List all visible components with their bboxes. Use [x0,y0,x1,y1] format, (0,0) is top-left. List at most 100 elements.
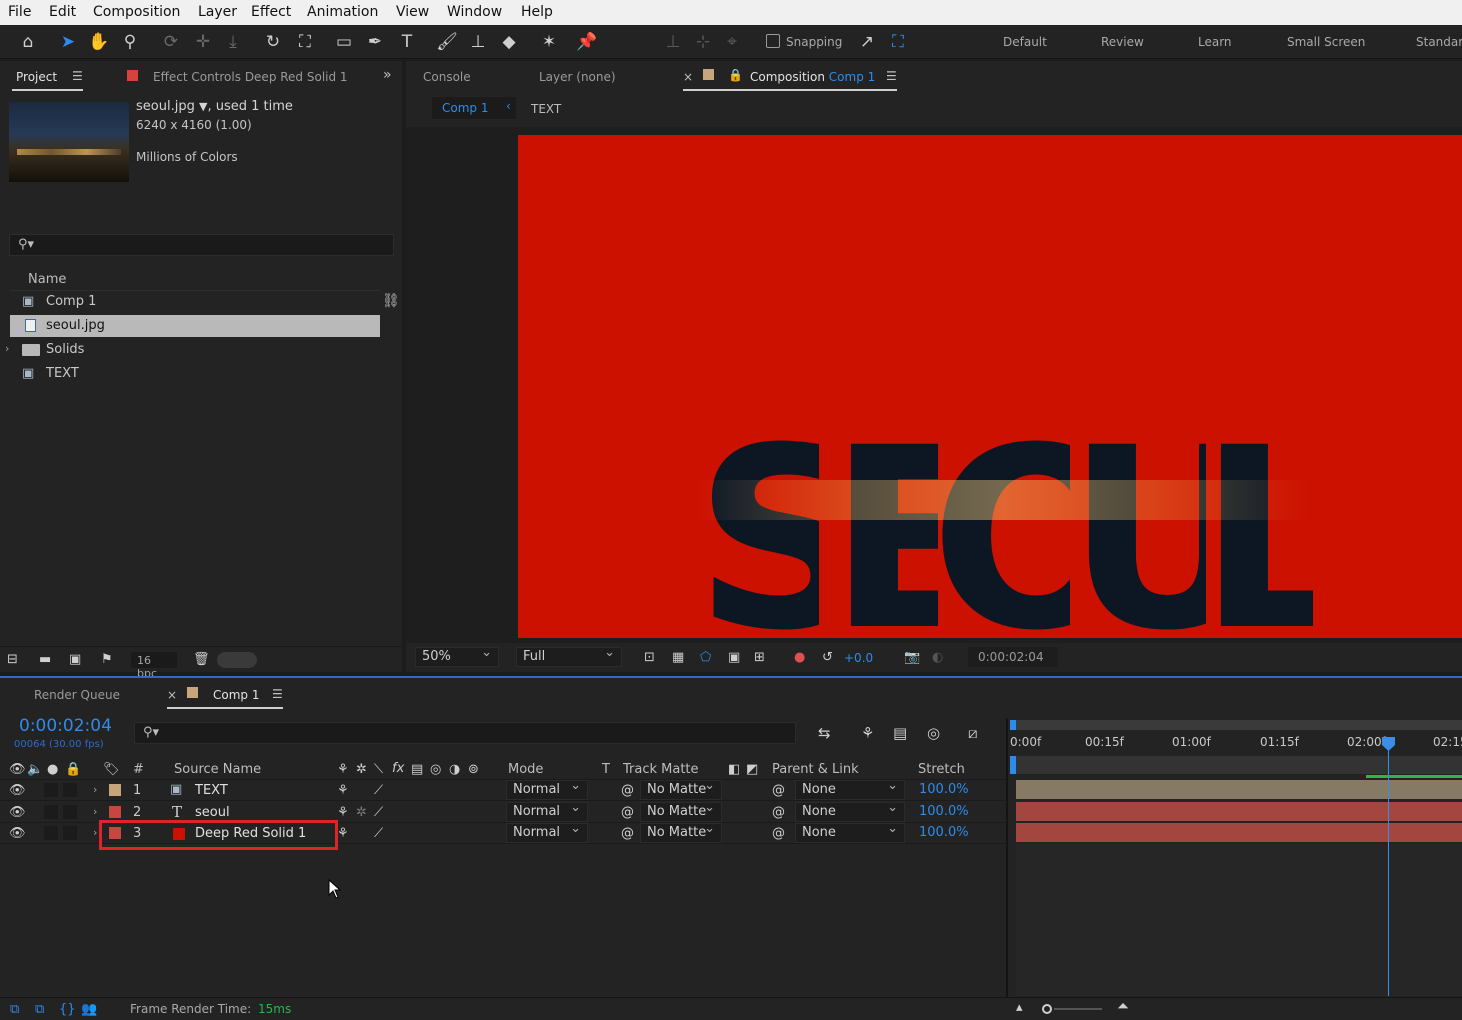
track-matte-dropdown[interactable]: No Matte [640,821,722,843]
eraser-tool-icon[interactable]: ◆ [498,32,520,52]
workspace-review[interactable]: Review [1101,35,1144,49]
clone-stamp-icon[interactable]: ⊥ [467,32,489,52]
thumbnail-transparency-toggle[interactable] [217,652,257,668]
column-mode[interactable]: Mode [508,762,543,777]
roto-brush-icon[interactable]: ✶ [538,32,560,52]
menu-effect[interactable]: Effect [251,4,291,20]
expand-chevron-icon[interactable]: › [93,783,97,797]
parent-dropdown[interactable]: None [795,800,905,822]
visibility-eye-icon[interactable]: 👁 [9,784,26,798]
zoom-in-icon[interactable]: ⏶ [1117,999,1129,1014]
transfer-controls-toggle-icon[interactable]: ⧉ [35,1003,44,1017]
quality-switch-icon[interactable]: ⟋ [374,827,383,841]
orbit-camera-icon[interactable]: ⟳ [160,32,182,52]
column-source-name[interactable]: Source Name [174,762,261,777]
solo-toggle[interactable] [44,805,58,819]
workspace-learn[interactable]: Learn [1198,35,1232,49]
brush-tool-icon[interactable]: 🖌 [436,32,458,52]
type-tool-icon[interactable]: T [396,32,418,52]
zoom-slider-handle[interactable] [1042,1004,1052,1014]
menu-layer[interactable]: Layer [198,4,237,20]
layer-name[interactable]: seoul [195,805,230,820]
reset-exposure-icon[interactable]: ↺ [822,651,833,665]
track-matte-pickwhip-icon[interactable]: @ [621,806,634,820]
mask-visibility-icon[interactable]: ⬠ [700,651,711,665]
tab-effect-controls[interactable]: Effect Controls Deep Red Solid 1 [153,70,348,84]
solo-toggle[interactable] [44,826,58,840]
stretch-value[interactable]: 100.0% [919,804,969,819]
snapshot-camera-icon[interactable]: 📷 [904,651,920,665]
playhead-line[interactable] [1388,740,1389,996]
puppet-pin-icon[interactable]: 📌 [576,32,598,52]
snap-edges-icon[interactable]: ↗ [856,32,878,52]
shy-switch-icon[interactable]: ⚘ [337,806,349,820]
shy-layers-icon[interactable]: ⚘ [861,726,874,741]
project-item-solids[interactable]: › Solids [5,339,380,361]
current-time-display[interactable]: 0:00:02:04 [19,716,112,736]
visibility-eye-icon[interactable]: 👁 [9,827,26,841]
frame-blending-icon[interactable]: ▤ [893,726,907,741]
axis-local-icon[interactable]: ⊥ [662,32,684,52]
viewer-timecode[interactable]: 0:00:02:04 [968,647,1058,667]
home-icon[interactable]: ⌂ [17,32,39,52]
resolution-dropdown[interactable]: Full [516,645,622,667]
zoom-tool-icon[interactable]: ⚲ [119,32,141,52]
menu-file[interactable]: File [8,4,31,20]
show-snapshot-icon[interactable]: ◐ [932,651,943,665]
workspace-standard[interactable]: Standar [1416,35,1462,49]
work-area-start-handle[interactable] [1010,720,1016,730]
breadcrumb-text[interactable]: TEXT [531,102,561,116]
parent-pickwhip-icon[interactable]: @ [772,784,785,798]
menu-animation[interactable]: Animation [307,4,378,20]
grid-guides-icon[interactable]: ⊞ [754,651,765,665]
menu-edit[interactable]: Edit [49,4,76,20]
tab-console[interactable]: Console [423,70,471,84]
transparency-grid-icon[interactable]: ▦ [672,651,684,665]
column-number[interactable]: # [133,762,144,777]
lock-toggle[interactable] [63,805,77,819]
tab-render-queue[interactable]: Render Queue [34,688,120,702]
column-name-header[interactable]: Name [28,272,66,287]
solo-toggle[interactable] [44,783,58,797]
magnification-dropdown[interactable]: 50% [415,645,499,667]
rotation-tool-icon[interactable]: ↻ [262,32,284,52]
parent-pickwhip-icon[interactable]: @ [772,806,785,820]
exposure-value[interactable]: +0.0 [844,651,873,665]
project-item-text[interactable]: ▣ TEXT [10,363,380,385]
layer-label-color[interactable] [109,806,121,818]
trash-icon[interactable]: 🗑 [193,653,210,667]
parent-pickwhip-icon[interactable]: @ [772,827,785,841]
composition-menu-icon[interactable]: ☰ [886,69,897,83]
quality-switch-icon[interactable]: ⟋ [374,784,383,798]
layer-mode-dropdown[interactable]: Normal [506,800,588,822]
menu-view[interactable]: View [396,4,429,20]
column-track-matte[interactable]: Track Matte [623,762,699,777]
project-item-comp1[interactable]: ▣ Comp 1 [10,291,380,313]
expand-chevron-icon[interactable]: › [93,826,97,840]
track-matte-pickwhip-icon[interactable]: @ [621,827,634,841]
layer-mode-dropdown[interactable]: Normal [506,821,588,843]
visibility-eye-icon[interactable]: 👁 [9,806,26,820]
pan-behind-tool-icon[interactable]: ⛶ [294,32,316,52]
tab-comp1-timeline[interactable]: Comp 1 [213,688,259,702]
region-of-interest-icon[interactable]: ▣ [728,651,740,665]
timeline-search-input[interactable]: ⚲▾ [134,722,796,744]
track-matte-dropdown[interactable]: No Matte [640,800,722,822]
interpret-footage-icon[interactable]: ⊟ [7,653,18,667]
project-item-seoul-jpg[interactable]: seoul.jpg [10,315,380,337]
snapping-checkbox[interactable] [766,34,780,48]
column-stretch[interactable]: Stretch [918,762,965,777]
tab-project[interactable]: Project [16,70,57,84]
expand-chevron-icon[interactable]: › [5,342,9,356]
lock-icon[interactable]: 🔒 [728,68,743,82]
close-tab-icon[interactable]: × [167,688,177,702]
playhead-handle-icon[interactable] [1381,736,1396,752]
column-t[interactable]: T [602,762,610,777]
lock-toggle[interactable] [63,826,77,840]
shy-switch-icon[interactable]: ⚘ [337,784,349,798]
layer-name[interactable]: TEXT [195,783,228,798]
hand-tool-icon[interactable]: ✋ [88,32,110,52]
workspace-small-screen[interactable]: Small Screen [1287,35,1365,49]
menu-composition[interactable]: Composition [93,4,180,20]
selection-tool-icon[interactable]: ➤ [57,32,79,52]
